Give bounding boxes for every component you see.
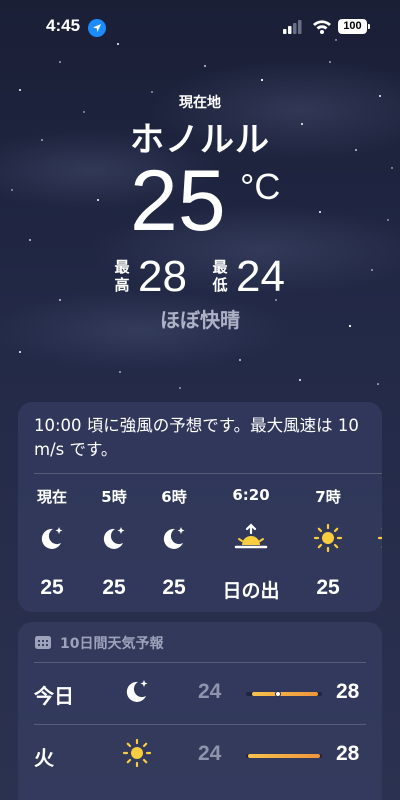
day-high-temp: 28 <box>336 680 360 703</box>
temperature-unit: °C <box>240 166 281 207</box>
day-name: 火 <box>34 746 54 770</box>
hour-item: 5時 25 <box>82 486 146 600</box>
hour-label: 6:20 <box>232 486 270 504</box>
hour-label: 6時 <box>161 488 187 506</box>
daily-forecast-card[interactable]: 10日間天気予報 今日 24 28 火 24 28 <box>18 622 382 800</box>
sunrise-icon <box>218 522 284 554</box>
location-services-icon <box>88 19 106 37</box>
hour-temp: 25 <box>162 576 186 599</box>
weather-condition: ほぼ快晴 <box>160 308 240 332</box>
hour-label: 5時 <box>101 488 127 506</box>
temperature-range-fill <box>252 692 319 696</box>
hour-item: 6時 25 <box>142 486 206 600</box>
current-temperature-dot <box>274 691 281 697</box>
temperature-range-bar <box>246 754 322 758</box>
day-row-today[interactable]: 今日 24 28 <box>18 666 382 722</box>
temperature-range-bar <box>246 691 322 697</box>
hour-label: 8 <box>360 486 382 506</box>
hour-temp: 25 <box>40 576 64 599</box>
hour-label: 7時 <box>315 488 341 506</box>
status-time: 4:45 <box>46 16 81 35</box>
moon-star-icon <box>82 522 146 554</box>
hour-label: 現在 <box>36 488 67 506</box>
sun-icon <box>296 522 360 554</box>
sun-icon <box>122 738 152 772</box>
day-row-tuesday[interactable]: 火 24 28 <box>18 728 382 784</box>
sunrise-label: 日の出 <box>222 580 280 602</box>
cellular-signal-icon <box>283 20 302 34</box>
daily-forecast-title: 10日間天気予報 <box>60 636 164 652</box>
moon-star-icon <box>142 522 206 554</box>
hour-item: 7時 25 <box>296 486 360 600</box>
hour-item-partial: 8 2 <box>360 486 382 600</box>
card-divider <box>34 662 366 663</box>
current-temperature: 25 <box>130 153 226 249</box>
hourly-forecast-card[interactable]: 10:00 頃に強風の予想です。最大風速は 10 m/s です。 現在 25 5… <box>18 402 382 612</box>
hour-temp: 25 <box>316 576 340 599</box>
low-temperature: 24 <box>236 252 285 301</box>
wind-alert-text: 10:00 頃に強風の予想です。最大風速は 10 m/s です。 <box>34 416 359 459</box>
hour-temp: 2 <box>360 576 382 600</box>
battery-tip <box>368 24 370 29</box>
card-divider <box>34 473 382 474</box>
current-location-label: 現在地 <box>179 95 221 111</box>
wifi-icon <box>313 20 331 34</box>
moon-star-icon <box>20 522 84 554</box>
high-label: 最高 <box>112 258 132 294</box>
calendar-icon <box>35 636 51 649</box>
day-low-temp: 24 <box>198 680 222 703</box>
day-name: 今日 <box>34 684 74 708</box>
day-high-temp: 28 <box>336 742 360 765</box>
card-divider <box>34 724 366 725</box>
low-label-text: 最低 <box>212 258 228 294</box>
high-label-text: 最高 <box>114 258 130 294</box>
status-bar: 4:45 100 <box>0 0 400 54</box>
hour-item-sunrise: 6:20 日の出 <box>218 486 284 603</box>
high-temperature: 28 <box>138 252 187 301</box>
sun-icon <box>360 522 382 554</box>
temperature-range-fill <box>247 754 321 758</box>
hour-item: 現在 25 <box>20 486 84 600</box>
low-label: 最低 <box>210 258 230 294</box>
hour-temp: 25 <box>102 576 126 599</box>
day-low-temp: 24 <box>198 742 222 765</box>
moon-star-icon <box>122 676 152 710</box>
battery-indicator: 100 <box>338 19 367 34</box>
